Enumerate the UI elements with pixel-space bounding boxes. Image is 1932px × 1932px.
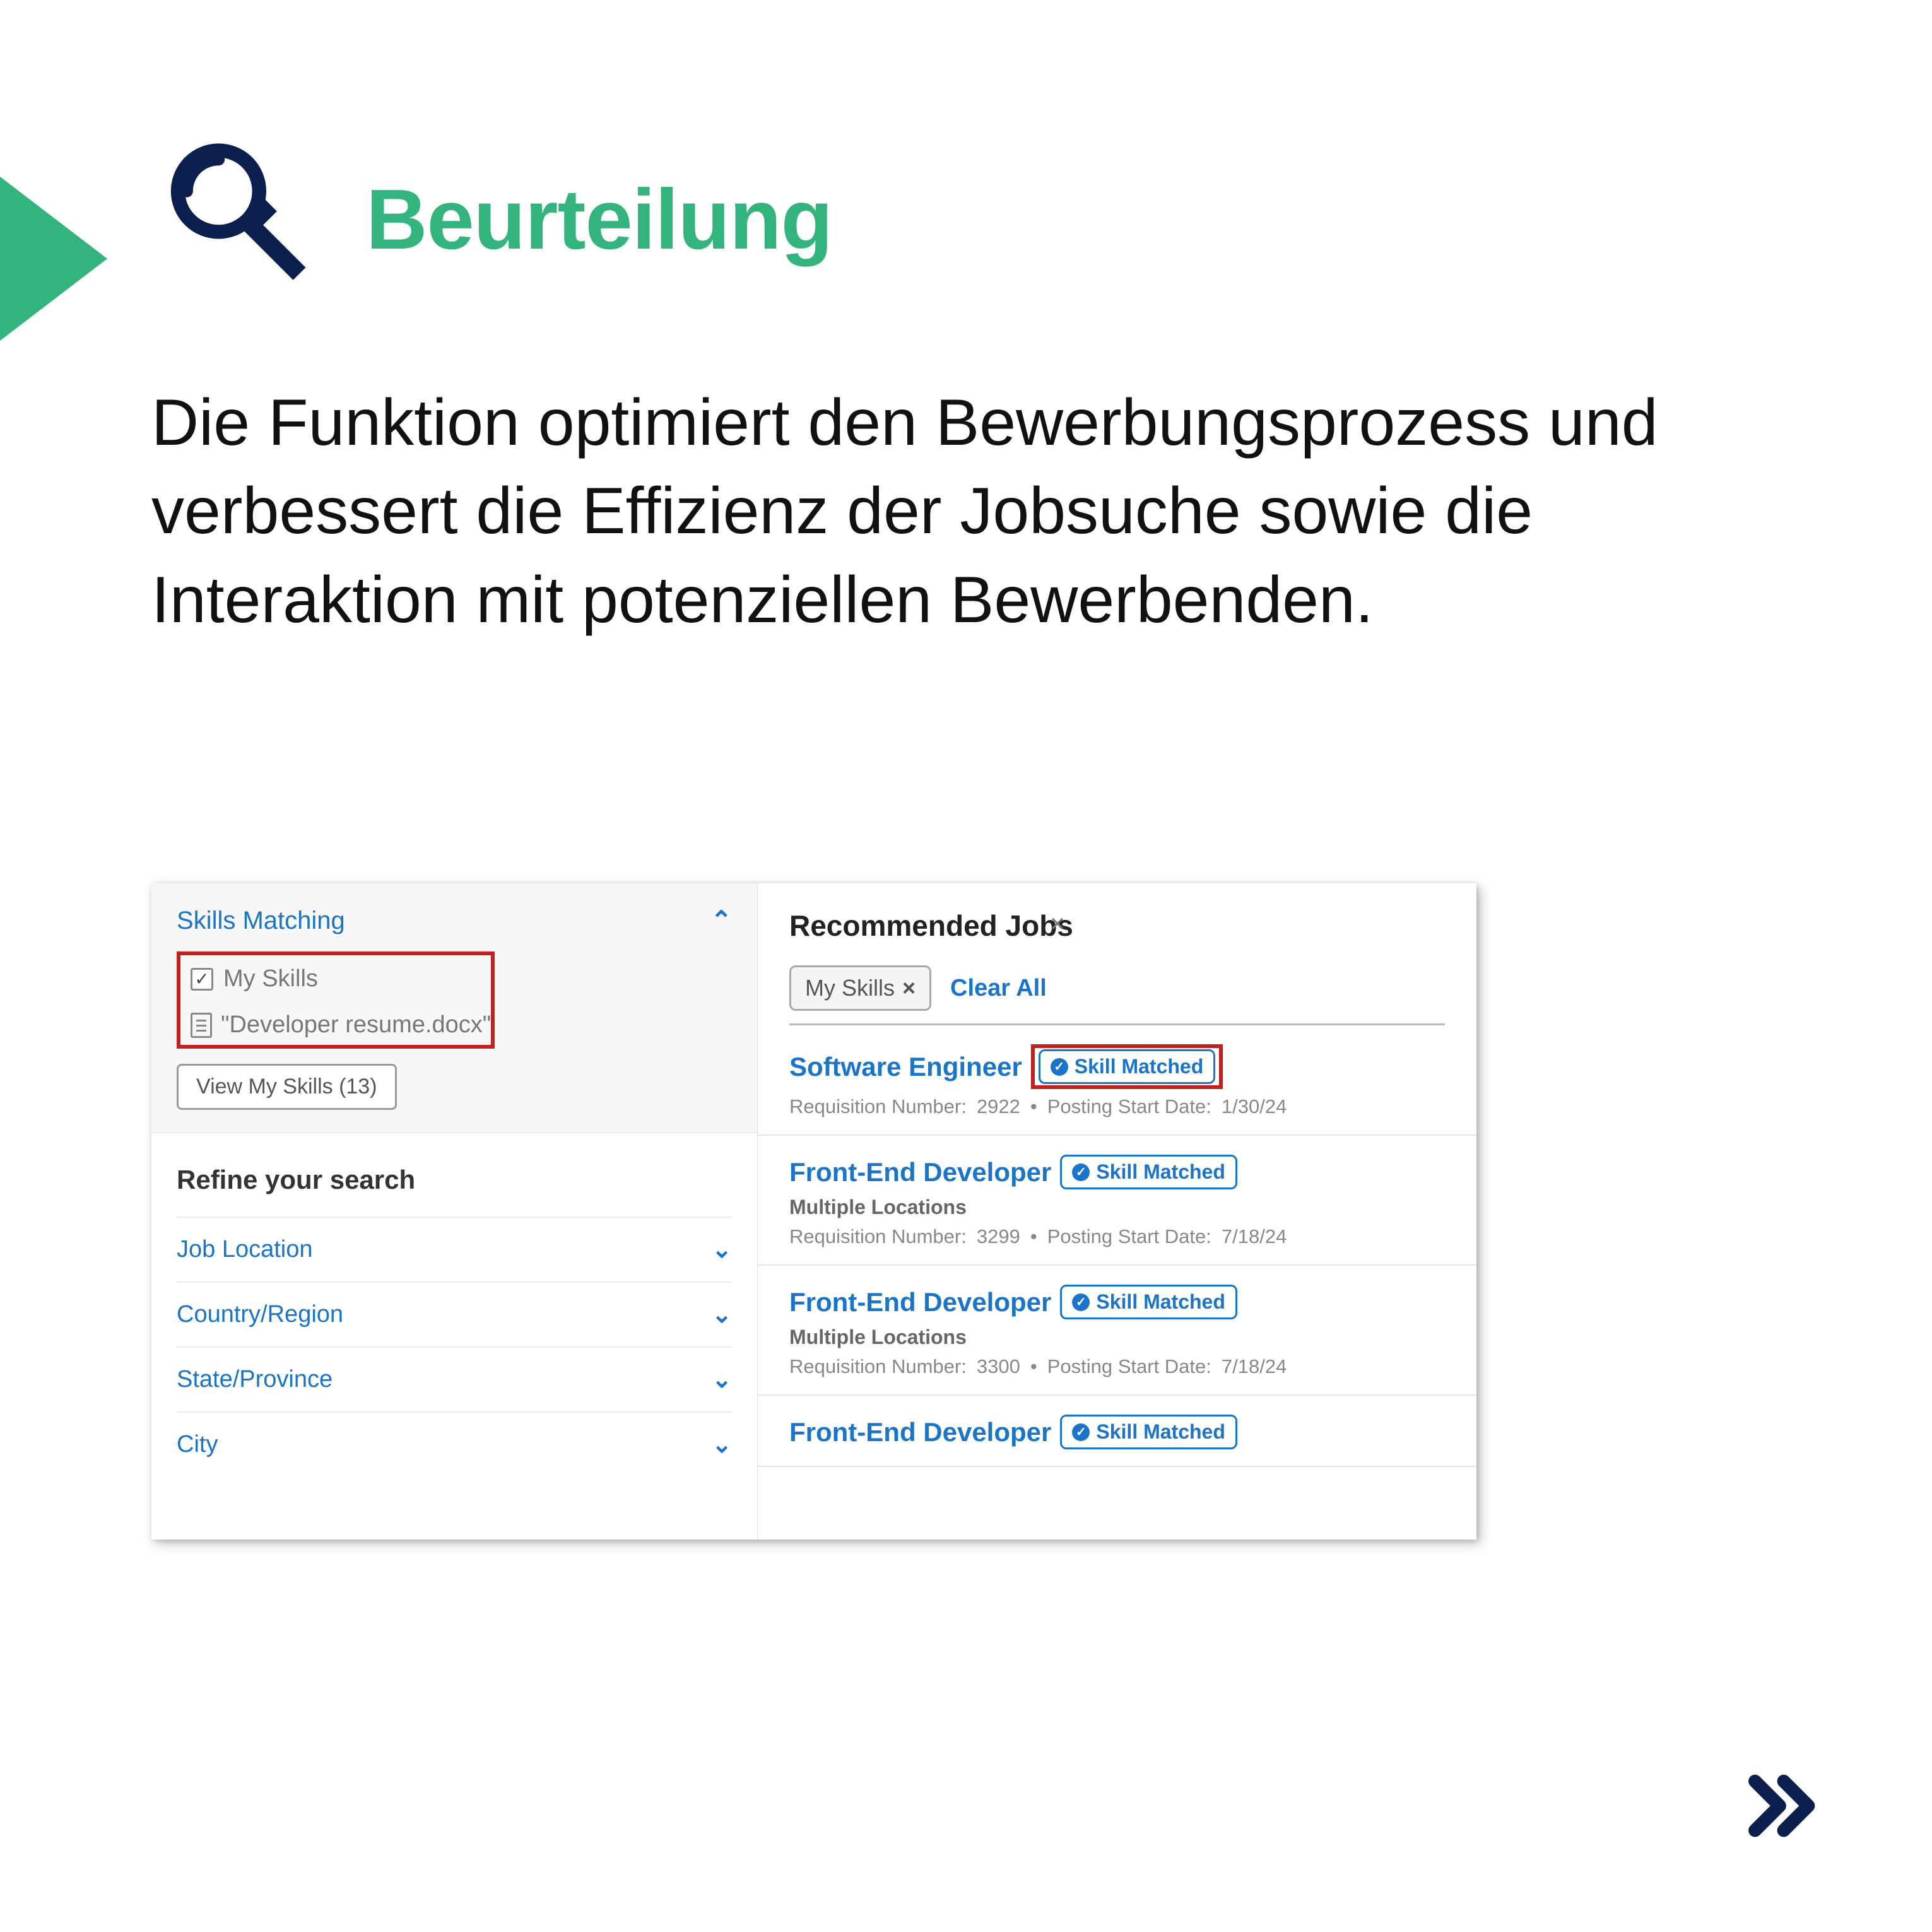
- chevron-down-icon: ⌄: [712, 1430, 732, 1459]
- refine-search-panel: Refine your search Job Location⌄Country/…: [151, 1133, 757, 1476]
- recommended-jobs-label: Recommended Jobs: [789, 909, 1445, 943]
- decorative-triangle: [0, 177, 107, 341]
- filter-label: Country/Region: [177, 1301, 343, 1328]
- job-title[interactable]: Software Engineer: [789, 1052, 1022, 1082]
- req-number: 2922: [977, 1095, 1020, 1118]
- chevron-up-icon: ⌃: [710, 906, 732, 935]
- badge-text: Skill Matched: [1096, 1420, 1225, 1444]
- separator-dot: •: [1030, 1355, 1037, 1378]
- description-text: Die Funktion optimiert den Bewerbungs­pr…: [151, 379, 1792, 644]
- chip-close-icon[interactable]: ×: [902, 975, 916, 1001]
- job-listing[interactable]: Front-End Developer ✓ Skill Matched Multipl…: [758, 1266, 1476, 1396]
- my-skills-checkbox-row[interactable]: ✓ My Skills: [180, 955, 491, 1003]
- filter-label: City: [177, 1431, 218, 1458]
- header: Beurteilung: [151, 129, 832, 309]
- job-subtitle: Multiple Locations: [789, 1196, 1445, 1219]
- date-label: Posting Start Date:: [1047, 1095, 1211, 1118]
- right-column: Recommended Jobs My Skills × Clear All S…: [757, 883, 1476, 1540]
- req-number: 3300: [977, 1355, 1020, 1378]
- posting-date: 1/30/24: [1222, 1095, 1287, 1118]
- chip-label: My Skills: [805, 975, 895, 1001]
- document-icon: [191, 1013, 212, 1038]
- highlight-box-badge: ✓ Skill Matched: [1031, 1044, 1223, 1089]
- job-title[interactable]: Front-End Developer: [789, 1157, 1051, 1187]
- skills-matching-panel: Skills Matching ⌃ ✓ My Skills "Developer…: [151, 883, 757, 1133]
- job-listing[interactable]: Front-End Developer ✓ Skill Matched Multipl…: [758, 1136, 1476, 1266]
- badge-text: Skill Matched: [1075, 1055, 1204, 1078]
- app-screenshot: Skills Matching ⌃ ✓ My Skills "Developer…: [151, 883, 1476, 1540]
- view-my-skills-button[interactable]: View My Skills (13): [177, 1064, 397, 1110]
- separator-dot: •: [1030, 1095, 1037, 1118]
- chevron-down-icon: ⌄: [712, 1365, 732, 1394]
- resume-file-row: "Developer resume.docx": [180, 1003, 491, 1045]
- skills-matching-label: Skills Matching: [177, 907, 345, 935]
- job-title[interactable]: Front-End Developer: [789, 1287, 1051, 1317]
- filter-label: State/Province: [177, 1366, 333, 1393]
- check-circle-icon: ✓: [1072, 1163, 1090, 1181]
- page-title: Beurteilung: [366, 170, 832, 268]
- filter-row[interactable]: Job Location ⌄: [177, 1216, 732, 1281]
- recommended-header: Recommended Jobs My Skills × Clear All: [758, 883, 1476, 1025]
- job-title[interactable]: Front-End Developer: [789, 1417, 1051, 1447]
- separator-dot: •: [1030, 1225, 1037, 1248]
- req-label: Requisition Number:: [789, 1355, 967, 1378]
- badge-text: Skill Matched: [1096, 1290, 1225, 1314]
- filter-chip-my-skills[interactable]: My Skills ×: [789, 965, 931, 1011]
- job-subtitle: Multiple Locations: [789, 1326, 1445, 1349]
- req-label: Requisition Number:: [789, 1225, 967, 1248]
- filter-label: Job Location: [177, 1236, 313, 1263]
- filter-row[interactable]: Country/Region ⌄: [177, 1281, 732, 1346]
- refine-search-label: Refine your search: [177, 1165, 732, 1195]
- job-listing[interactable]: Software Engineer ✓ Skill Matched Requisiti…: [758, 1025, 1476, 1136]
- next-page-icon[interactable]: [1743, 1765, 1825, 1850]
- date-label: Posting Start Date:: [1047, 1355, 1211, 1378]
- resume-filename: "Developer resume.docx": [221, 1011, 491, 1039]
- check-circle-icon: ✓: [1072, 1423, 1090, 1441]
- checkbox-icon[interactable]: ✓: [191, 968, 213, 991]
- req-number: 3299: [977, 1225, 1020, 1248]
- remove-file-icon[interactable]: ×: [1050, 910, 1064, 938]
- check-circle-icon: ✓: [1051, 1058, 1068, 1076]
- highlight-box-skills: ✓ My Skills "Developer resume.docx": [177, 951, 495, 1049]
- skill-matched-badge: ✓ Skill Matched: [1060, 1155, 1237, 1189]
- job-meta: Requisition Number: 2922 • Posting Start D…: [789, 1095, 1445, 1118]
- skill-matched-badge: ✓ Skill Matched: [1039, 1049, 1216, 1084]
- skills-matching-header[interactable]: Skills Matching ⌃: [177, 906, 732, 935]
- skill-matched-badge: ✓ Skill Matched: [1060, 1415, 1237, 1449]
- badge-text: Skill Matched: [1096, 1160, 1225, 1184]
- my-skills-label: My Skills: [223, 965, 318, 993]
- clear-all-link[interactable]: Clear All: [950, 975, 1047, 1002]
- magnifier-icon: [151, 129, 328, 309]
- req-label: Requisition Number:: [789, 1095, 967, 1118]
- posting-date: 7/18/24: [1222, 1225, 1287, 1248]
- chevron-down-icon: ⌄: [712, 1235, 732, 1264]
- posting-date: 7/18/24: [1222, 1355, 1287, 1378]
- filter-row[interactable]: State/Province ⌄: [177, 1346, 732, 1411]
- check-circle-icon: ✓: [1072, 1293, 1090, 1311]
- left-column: Skills Matching ⌃ ✓ My Skills "Developer…: [151, 883, 757, 1540]
- job-meta: Requisition Number: 3300 • Posting Start D…: [789, 1355, 1445, 1378]
- filter-row[interactable]: City ⌄: [177, 1411, 732, 1476]
- page: Beurteilung Die Funktion optimiert den B…: [0, 0, 1932, 1932]
- job-meta: Requisition Number: 3299 • Posting Start D…: [789, 1225, 1445, 1248]
- date-label: Posting Start Date:: [1047, 1225, 1211, 1248]
- job-listing[interactable]: Front-End Developer ✓ Skill Matched: [758, 1396, 1476, 1467]
- chevron-down-icon: ⌄: [712, 1300, 732, 1329]
- skill-matched-badge: ✓ Skill Matched: [1060, 1285, 1237, 1319]
